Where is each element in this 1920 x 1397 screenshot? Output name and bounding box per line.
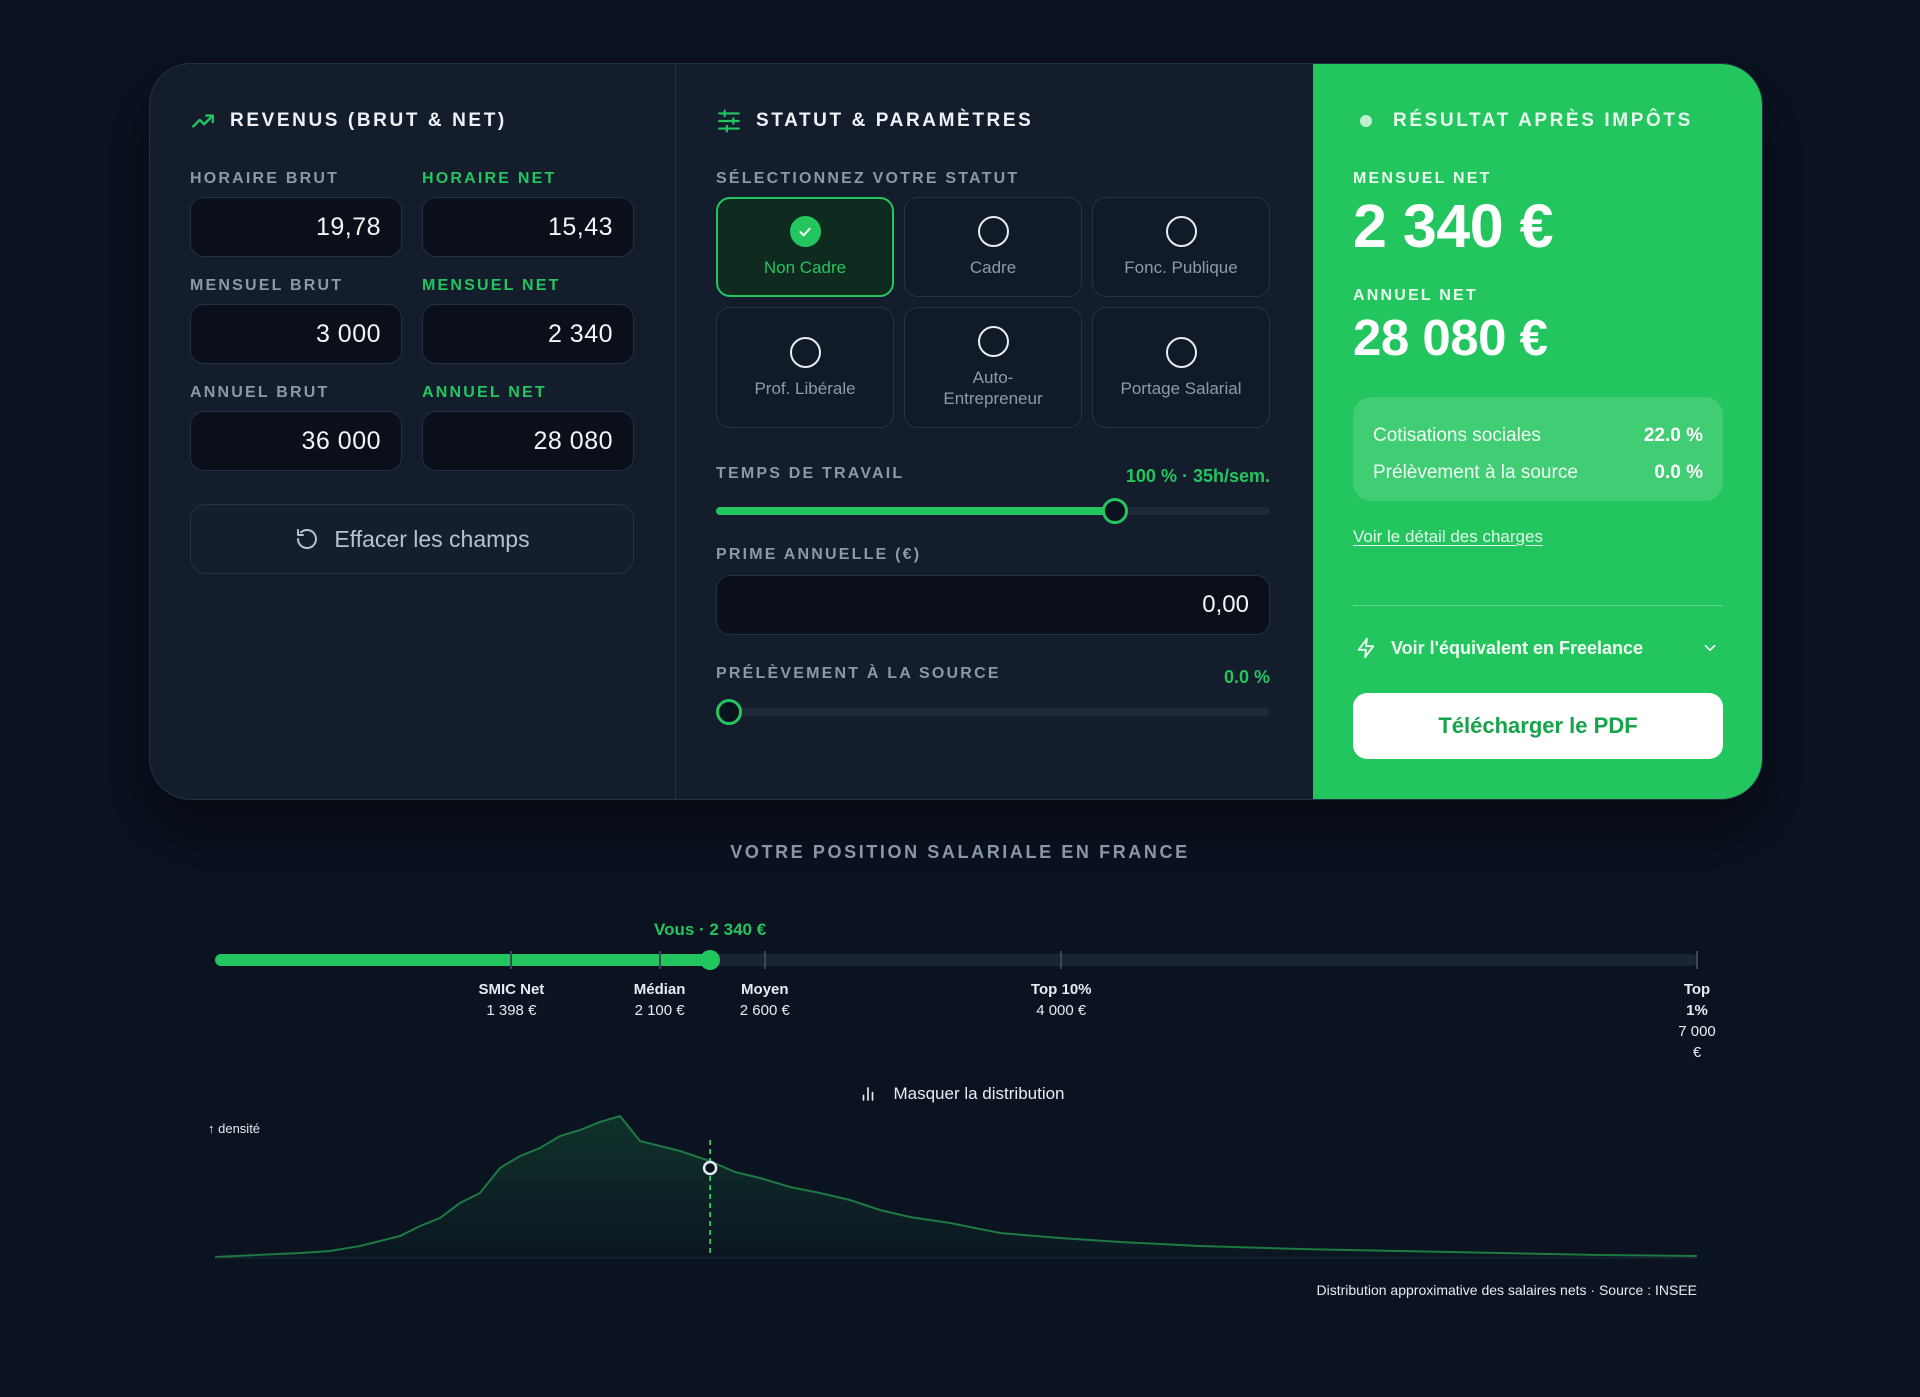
distribution-chart: [214, 1114, 1698, 1259]
your-position-dot: [702, 1160, 718, 1176]
distribution-area: [215, 1116, 1697, 1258]
distribution-source: Distribution approximative des salaires …: [1316, 1282, 1698, 1298]
